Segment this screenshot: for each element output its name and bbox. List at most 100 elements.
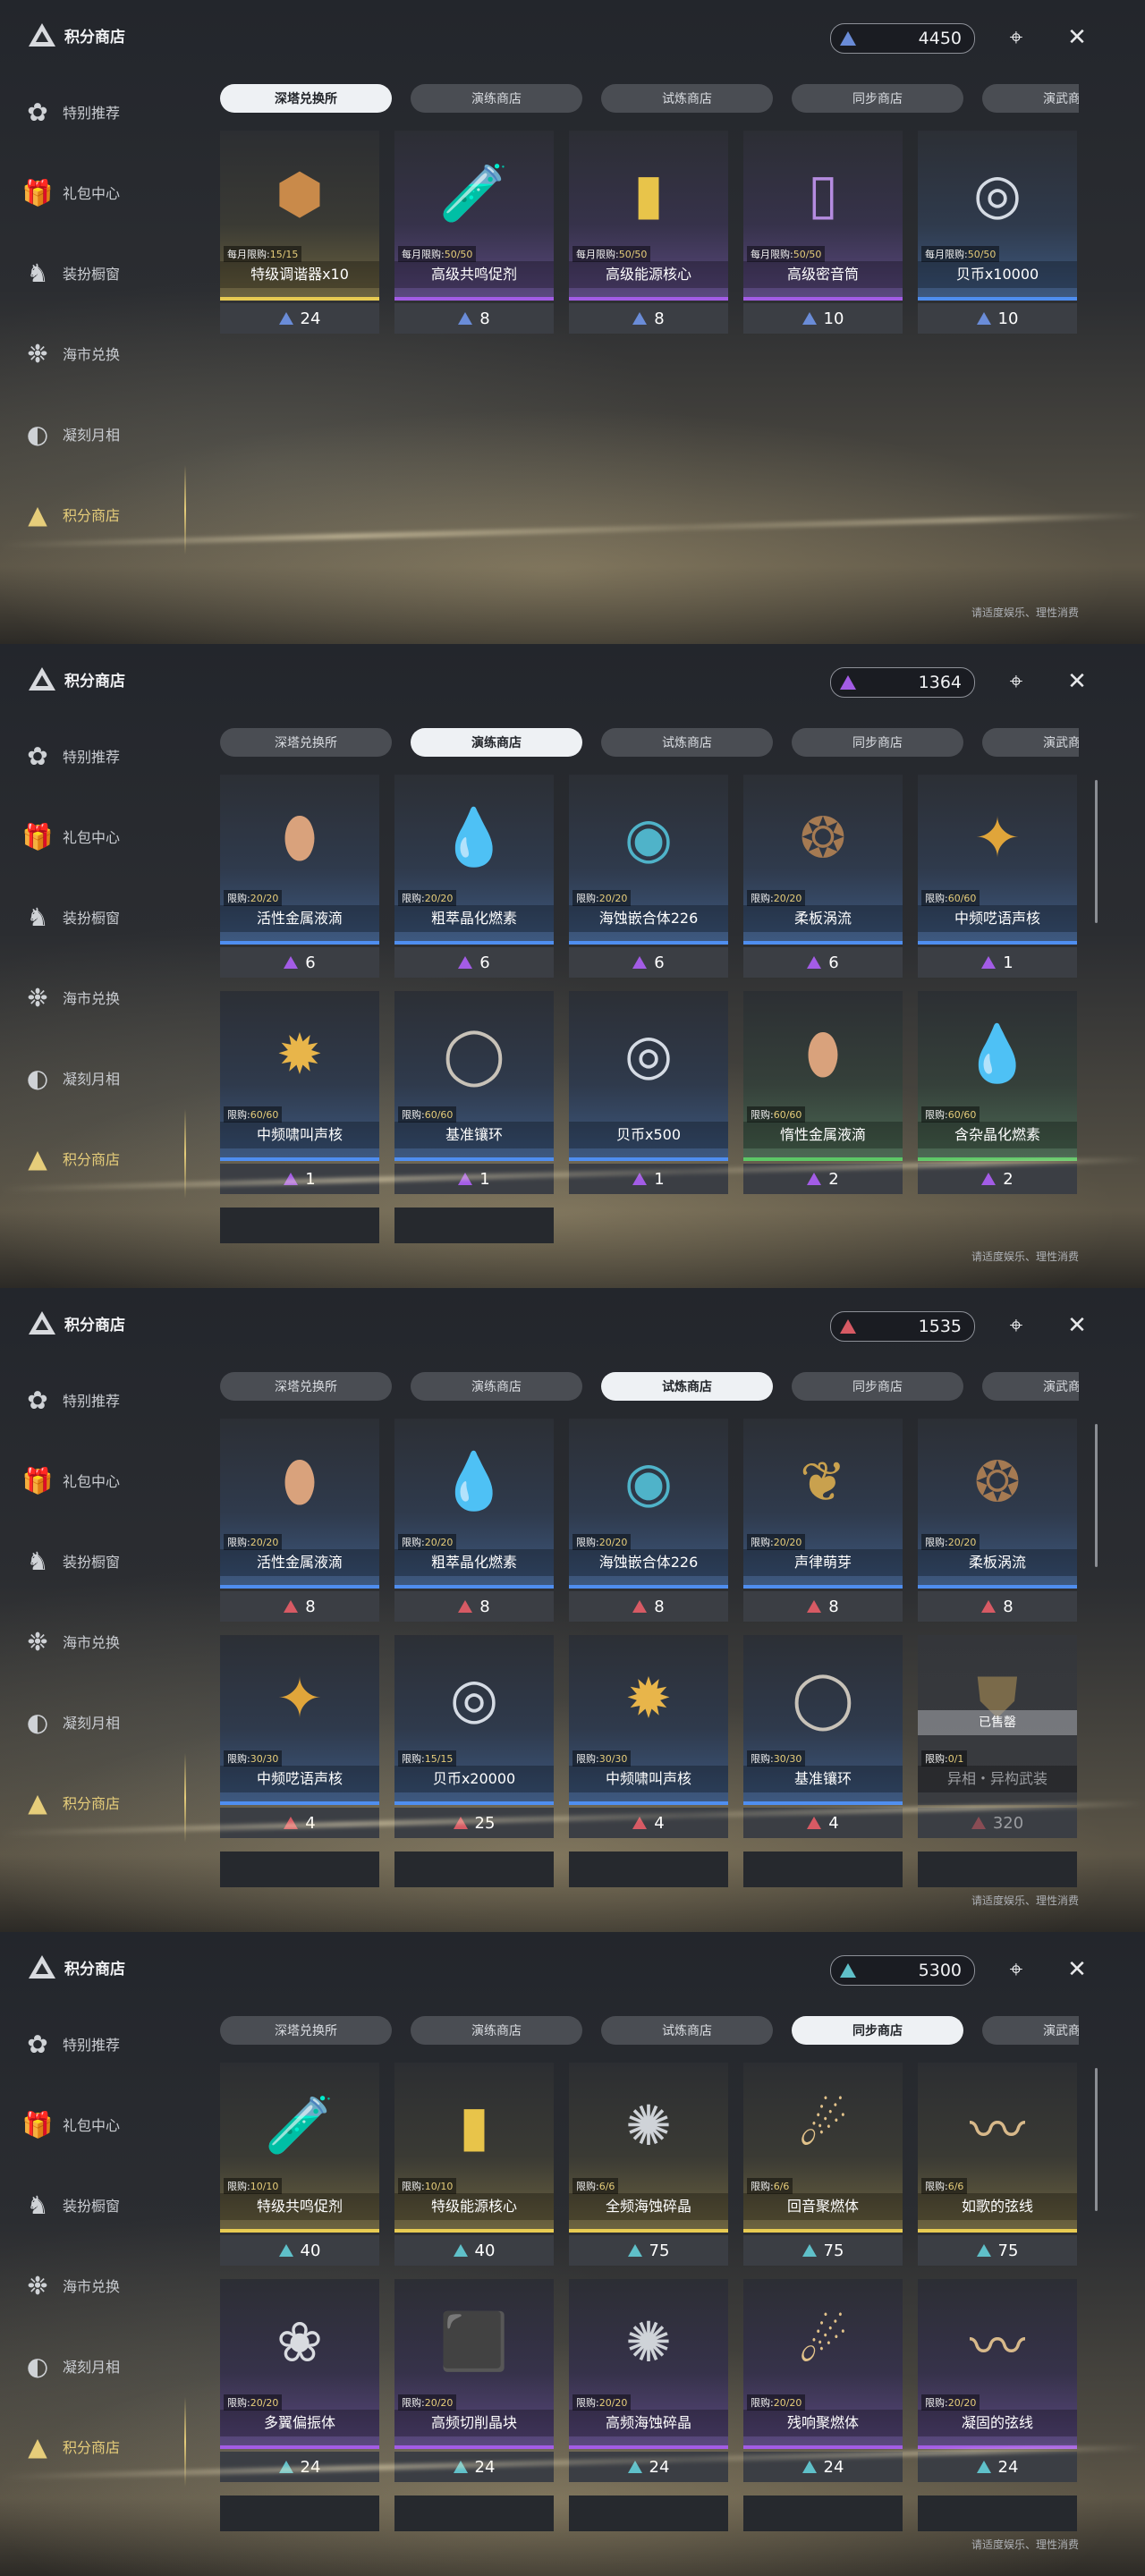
shop-item-card[interactable]: ✺ 限购:20/20 高频海蚀碎晶 24 — [569, 2279, 728, 2482]
sidebar-item[interactable]: ◐ 凝刻月相 — [21, 394, 156, 474]
shop-item-card[interactable]: ◯ 限购:60/60 基准镶环 1 — [394, 991, 554, 1194]
tab-shop[interactable]: 深塔兑换所 — [220, 84, 392, 113]
tab-shop[interactable]: 试炼商店 — [601, 728, 773, 757]
item-frame: ◯ 限购:60/60 基准镶环 — [394, 991, 554, 1161]
shop-item-card[interactable]: ◎ 限购:15/15 贝币x20000 25 — [394, 1635, 554, 1838]
shop-item-card[interactable]: ☄ 限购:20/20 残响聚燃体 24 — [743, 2279, 903, 2482]
close-icon[interactable]: ✕ — [1063, 667, 1091, 696]
tab-shop[interactable]: 同步商店 — [792, 2016, 963, 2045]
target-icon[interactable]: ⌖ — [1002, 1955, 1030, 1984]
shop-item-card[interactable]: ✦ 限购:30/30 中频呓语声核 4 — [220, 1635, 379, 1838]
sidebar-item[interactable]: 🎁 礼包中心 — [21, 2084, 156, 2165]
shop-item-card[interactable]: ⬮ 限购:20/20 活性金属液滴 6 — [220, 775, 379, 978]
tab-shop[interactable]: 试炼商店 — [601, 84, 773, 113]
sidebar-item[interactable]: ❉ 海市兑换 — [21, 957, 156, 1038]
currency-icon — [453, 2244, 468, 2257]
tab-shop[interactable]: 演武商店 — [982, 2016, 1079, 2045]
tab-shop[interactable]: 演练商店 — [411, 728, 582, 757]
wardrobe-icon: ♞ — [26, 902, 49, 932]
price-value: 2 — [1003, 1169, 1014, 1189]
tab-shop[interactable]: 同步商店 — [792, 1372, 963, 1401]
shop-item-card[interactable]: ◯ 限购:30/30 基准镶环 4 — [743, 1635, 903, 1838]
sidebar-item[interactable]: ♞ 装扮橱窗 — [21, 1521, 156, 1601]
shop-tabs: 深塔兑换所演练商店试炼商店同步商店演武商店 — [220, 728, 1079, 757]
shop-item-card[interactable]: ❀ 限购:20/20 多翼偏振体 24 — [220, 2279, 379, 2482]
sidebar-item[interactable]: ✿ 特别推荐 — [21, 72, 156, 152]
sidebar-item[interactable]: ✿ 特别推荐 — [21, 2004, 156, 2084]
shop-item-card[interactable]: 🧪 每月限购:50/50 高级共鸣促剂 8 — [394, 131, 554, 334]
target-icon[interactable]: ⌖ — [1002, 23, 1030, 52]
sidebar-item[interactable]: ♞ 装扮橱窗 — [21, 877, 156, 957]
shop-item-card[interactable]: ✹ 限购:60/60 中频啸叫声核 1 — [220, 991, 379, 1194]
sidebar-item[interactable]: ◐ 凝刻月相 — [21, 1682, 156, 1762]
sidebar-item[interactable]: ▲ 积分商店 — [21, 2397, 186, 2487]
sidebar-item[interactable]: ♞ 装扮橱窗 — [21, 2165, 156, 2245]
sidebar-item[interactable]: ❉ 海市兑换 — [21, 2245, 156, 2326]
sidebar-item[interactable]: ❉ 海市兑换 — [21, 1601, 156, 1682]
shop-item-card[interactable]: ◉ 限购:20/20 海蚀嵌合体226 6 — [569, 775, 728, 978]
sidebar-item[interactable]: ❉ 海市兑换 — [21, 313, 156, 394]
tab-shop[interactable]: 演武商店 — [982, 1372, 1079, 1401]
close-icon[interactable]: ✕ — [1063, 1955, 1091, 1984]
tab-shop[interactable]: 深塔兑换所 — [220, 1372, 392, 1401]
shop-item-card[interactable]: ❦ 限购:20/20 声律萌芽 8 — [743, 1419, 903, 1622]
shop-item-card[interactable]: ◎ 贝币x500 1 — [569, 991, 728, 1194]
shop-item-card[interactable]: ⛊ 限购:0/1 已售罄 异相・异构武装 320 — [918, 1635, 1077, 1838]
scrollbar[interactable] — [1095, 2068, 1098, 2211]
sidebar-item[interactable]: ♞ 装扮橱窗 — [21, 233, 156, 313]
tab-shop[interactable]: 深塔兑换所 — [220, 728, 392, 757]
tab-shop[interactable]: 试炼商店 — [601, 2016, 773, 2045]
shop-item-card[interactable]: ⬮ 限购:20/20 活性金属液滴 8 — [220, 1419, 379, 1622]
shop-item-card[interactable]: 💧 限购:20/20 粗萃晶化燃素 8 — [394, 1419, 554, 1622]
tab-shop[interactable]: 演练商店 — [411, 2016, 582, 2045]
shop-item-card[interactable]: ✹ 限购:30/30 中频啸叫声核 4 — [569, 1635, 728, 1838]
sidebar-item[interactable]: 🎁 礼包中心 — [21, 152, 156, 233]
shop-item-card[interactable]: 🧪 限购:10/10 特级共鸣促剂 40 — [220, 2063, 379, 2266]
sidebar-item[interactable]: ◐ 凝刻月相 — [21, 1038, 156, 1118]
shop-item-card[interactable]: ❂ 限购:20/20 柔板涡流 8 — [918, 1419, 1077, 1622]
shop-item-card[interactable]: ⬮ 限购:60/60 惰性金属液滴 2 — [743, 991, 903, 1194]
shop-item-card[interactable]: ▮ 限购:10/10 特级能源核心 40 — [394, 2063, 554, 2266]
shop-item-card[interactable]: ☄ 限购:6/6 回音聚燃体 75 — [743, 2063, 903, 2266]
tab-shop[interactable]: 深塔兑换所 — [220, 2016, 392, 2045]
shop-item-card[interactable]: ▯ 每月限购:50/50 高级密音筒 10 — [743, 131, 903, 334]
tab-shop[interactable]: 演练商店 — [411, 84, 582, 113]
sidebar-item[interactable]: ✿ 特别推荐 — [21, 716, 156, 796]
close-icon[interactable]: ✕ — [1063, 23, 1091, 52]
target-icon[interactable]: ⌖ — [1002, 667, 1030, 696]
shop-item-card[interactable]: ❂ 限购:20/20 柔板涡流 6 — [743, 775, 903, 978]
tab-shop[interactable]: 试炼商店 — [601, 1372, 773, 1401]
shop-item-card[interactable]: 💧 限购:60/60 含杂晶化燃素 2 — [918, 991, 1077, 1194]
tab-shop[interactable]: 演练商店 — [411, 1372, 582, 1401]
target-icon[interactable]: ⌖ — [1002, 1311, 1030, 1340]
tab-shop[interactable]: 演武商店 — [982, 728, 1079, 757]
shop-item-card[interactable]: ◎ 每月限购:50/50 贝币x10000 10 — [918, 131, 1077, 334]
item-name: 如歌的弦线 — [918, 2193, 1077, 2220]
tab-shop[interactable]: 演武商店 — [982, 84, 1079, 113]
tab-shop[interactable]: 同步商店 — [792, 84, 963, 113]
shop-item-card[interactable]: 💧 限购:20/20 粗萃晶化燃素 6 — [394, 775, 554, 978]
scrollbar[interactable] — [1095, 1424, 1098, 1567]
shop-item-card[interactable]: ✦ 限购:60/60 中频呓语声核 1 — [918, 775, 1077, 978]
item-price: 2 — [743, 1164, 903, 1194]
shop-item-card[interactable]: 〰限购:20/20 凝固的弦线 24 — [918, 2279, 1077, 2482]
currency-icon — [632, 1817, 648, 1829]
sidebar-item[interactable]: 🎁 礼包中心 — [21, 1440, 156, 1521]
sidebar-item[interactable]: ▲ 积分商店 — [21, 1109, 186, 1199]
sidebar-item[interactable]: ▲ 积分商店 — [21, 1753, 186, 1843]
close-icon[interactable]: ✕ — [1063, 1311, 1091, 1340]
shop-item-card[interactable]: ◉ 限购:20/20 海蚀嵌合体226 8 — [569, 1419, 728, 1622]
shop-item-card[interactable]: ▮ 每月限购:50/50 高级能源核心 8 — [569, 131, 728, 334]
tab-shop[interactable]: 同步商店 — [792, 728, 963, 757]
sidebar-item-label: 积分商店 — [63, 507, 121, 524]
sidebar-item[interactable]: 🎁 礼包中心 — [21, 796, 156, 877]
scrollbar[interactable] — [1095, 780, 1098, 923]
price-value: 4 — [654, 1813, 665, 1833]
shop-item-card[interactable]: ⬢ 每月限购:15/15 特级调谐器x10 24 — [220, 131, 379, 334]
sidebar-item[interactable]: ▲ 积分商店 — [21, 465, 186, 555]
shop-item-card[interactable]: ⬛ 限购:20/20 高频切削晶块 24 — [394, 2279, 554, 2482]
sidebar-item[interactable]: ◐ 凝刻月相 — [21, 2326, 156, 2406]
shop-item-card[interactable]: ✺ 限购:6/6 全频海蚀碎晶 75 — [569, 2063, 728, 2266]
sidebar-item[interactable]: ✿ 特别推荐 — [21, 1360, 156, 1440]
shop-item-card[interactable]: 〰限购:6/6 如歌的弦线 75 — [918, 2063, 1077, 2266]
